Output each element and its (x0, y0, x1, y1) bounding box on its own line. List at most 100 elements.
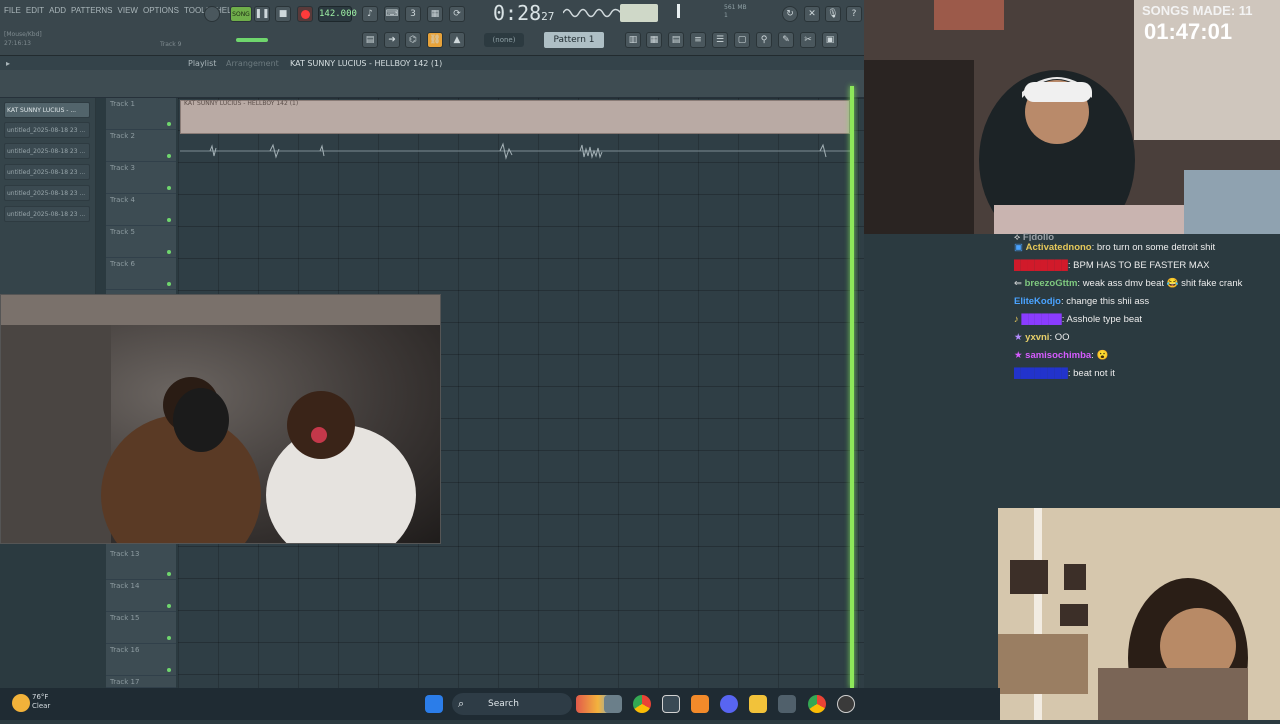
stamp-icon[interactable]: ▲ (449, 32, 465, 48)
track-header[interactable]: Track 17 (106, 676, 176, 688)
track-header[interactable]: Track 5 (106, 226, 176, 258)
tempo-display[interactable]: 142.000 (318, 6, 357, 22)
chat-badge-icon: ★ (1014, 332, 1026, 343)
pause-button[interactable]: ❚❚ (254, 6, 270, 22)
loop-record-icon[interactable]: ⟳ (449, 6, 465, 22)
weather-widget[interactable]: 76°F Clear (32, 693, 50, 711)
picker-item[interactable]: KAT SUNNY LUCIUS - ... (4, 102, 90, 118)
track-header[interactable]: Track 15 (106, 612, 176, 644)
picker-item[interactable]: untitled_2025-08-18 23 ... (4, 206, 90, 222)
close-icon[interactable]: ✕ (804, 6, 820, 22)
track-header[interactable]: Track 16 (106, 644, 176, 676)
chat-username: ████████ (1014, 368, 1068, 379)
channel-rack-icon[interactable]: ▦ (646, 32, 662, 48)
chat-username: yxvni (1025, 332, 1050, 343)
track-led-icon[interactable] (167, 668, 171, 672)
hint-track: Track 9 (160, 41, 182, 48)
arrangement-label[interactable]: Arrangement (226, 59, 279, 68)
main-volume-slider[interactable] (236, 38, 268, 42)
hint-text: [Mouse/Kbd] (4, 31, 42, 38)
plugin-icon[interactable]: ⚲ (756, 32, 772, 48)
menu-options[interactable]: OPTIONS (143, 6, 179, 15)
step-edit-icon[interactable]: ▦ (427, 6, 443, 22)
search-label: Search (488, 699, 519, 709)
mixer-icon[interactable]: ≡ (690, 32, 706, 48)
discord-icon[interactable] (720, 695, 738, 713)
track-name: Track 6 (110, 260, 135, 268)
playlist-menu-icon[interactable]: ▸ (6, 59, 10, 68)
timeline-ruler[interactable] (0, 70, 864, 98)
track-header[interactable]: Track 14 (106, 580, 176, 612)
picker-item[interactable]: untitled_2025-08-18 23 ... (4, 143, 90, 159)
chat-message: ★ yxvni: OO (1014, 332, 1070, 343)
track-name: Track 1 (110, 100, 135, 108)
cpu-memory: 561 MB 1 (724, 4, 747, 20)
arrow-right-icon[interactable]: ➜ (384, 32, 400, 48)
chrome-icon[interactable] (633, 695, 651, 713)
audio-waveform[interactable] (180, 140, 850, 162)
obs-icon[interactable] (837, 695, 855, 713)
weather-icon[interactable] (12, 694, 30, 712)
track-led-icon[interactable] (167, 636, 171, 640)
tool-icon[interactable]: ✂ (800, 32, 816, 48)
export-icon[interactable]: ▣ (822, 32, 838, 48)
track-led-icon[interactable] (167, 282, 171, 286)
pattern-selector[interactable]: Pattern 1 (544, 32, 604, 48)
menu-view[interactable]: VIEW (118, 6, 138, 15)
track-header[interactable]: Track 1 (106, 98, 176, 130)
record-button[interactable] (297, 6, 313, 22)
playlist-header: ▸ Playlist Arrangement KAT SUNNY LUCIUS … (0, 56, 864, 70)
snap-select[interactable]: (none) (484, 33, 524, 47)
menu-add[interactable]: ADD (49, 6, 66, 15)
track-led-icon[interactable] (167, 218, 171, 222)
track-header[interactable]: Track 6 (106, 258, 176, 290)
link-icon[interactable]: ⛓ (427, 32, 443, 48)
taskbar-search[interactable]: Search (452, 693, 572, 715)
volume-slider[interactable] (677, 4, 680, 18)
files-icon[interactable]: ▢ (734, 32, 750, 48)
chat-text: bro turn on some detroit shit (1096, 242, 1216, 253)
track-led-icon[interactable] (167, 186, 171, 190)
windows-start-icon[interactable] (425, 695, 443, 713)
task-view-icon[interactable] (604, 695, 622, 713)
stop-button[interactable]: ■ (275, 6, 291, 22)
magnet-icon[interactable]: ⌬ (405, 32, 421, 48)
app-icon[interactable] (778, 695, 796, 713)
master-knob-icon[interactable] (204, 6, 220, 22)
track-name: Track 16 (110, 646, 140, 654)
wait-input-icon[interactable]: ⌨ (384, 6, 400, 22)
piano-icon[interactable]: ▤ (362, 32, 378, 48)
menu-edit[interactable]: EDIT (26, 6, 44, 15)
menu-patterns[interactable]: PATTERNS (71, 6, 112, 15)
file-explorer-icon[interactable] (749, 695, 767, 713)
brush-icon[interactable]: ✎ (778, 32, 794, 48)
metronome-icon[interactable]: ♪ (362, 6, 378, 22)
picker-item[interactable]: untitled_2025-08-18 23 ... (4, 122, 90, 138)
song-mode-button[interactable]: SONG (230, 6, 252, 22)
track-led-icon[interactable] (167, 122, 171, 126)
help-icon[interactable]: ? (846, 6, 862, 22)
chat-badge-icon: ⟡ (1014, 232, 1023, 241)
mic-icon[interactable]: 🎙 (825, 6, 841, 22)
track-header[interactable]: Track 4 (106, 194, 176, 226)
track-name: Track 17 (110, 678, 140, 686)
chrome-icon[interactable] (808, 695, 826, 713)
playlist-icon[interactable]: ▥ (625, 32, 641, 48)
picker-item[interactable]: untitled_2025-08-18 23 ... (4, 164, 90, 180)
track-led-icon[interactable] (167, 572, 171, 576)
app-icon[interactable] (691, 695, 709, 713)
track-header[interactable]: Track 3 (106, 162, 176, 194)
track-led-icon[interactable] (167, 154, 171, 158)
browser-icon[interactable]: ☰ (712, 32, 728, 48)
track-header[interactable]: Track 13 (106, 548, 176, 580)
playhead[interactable] (850, 86, 854, 688)
picker-item[interactable]: untitled_2025-08-18 23 ... (4, 185, 90, 201)
countdown-icon[interactable]: 3 (405, 6, 421, 22)
track-led-icon[interactable] (167, 250, 171, 254)
fl-studio-icon[interactable] (662, 695, 680, 713)
piano-roll-icon[interactable]: ▤ (668, 32, 684, 48)
track-led-icon[interactable] (167, 604, 171, 608)
menu-file[interactable]: FILE (4, 6, 21, 15)
track-header[interactable]: Track 2 (106, 130, 176, 162)
refresh-icon[interactable]: ↻ (782, 6, 798, 22)
